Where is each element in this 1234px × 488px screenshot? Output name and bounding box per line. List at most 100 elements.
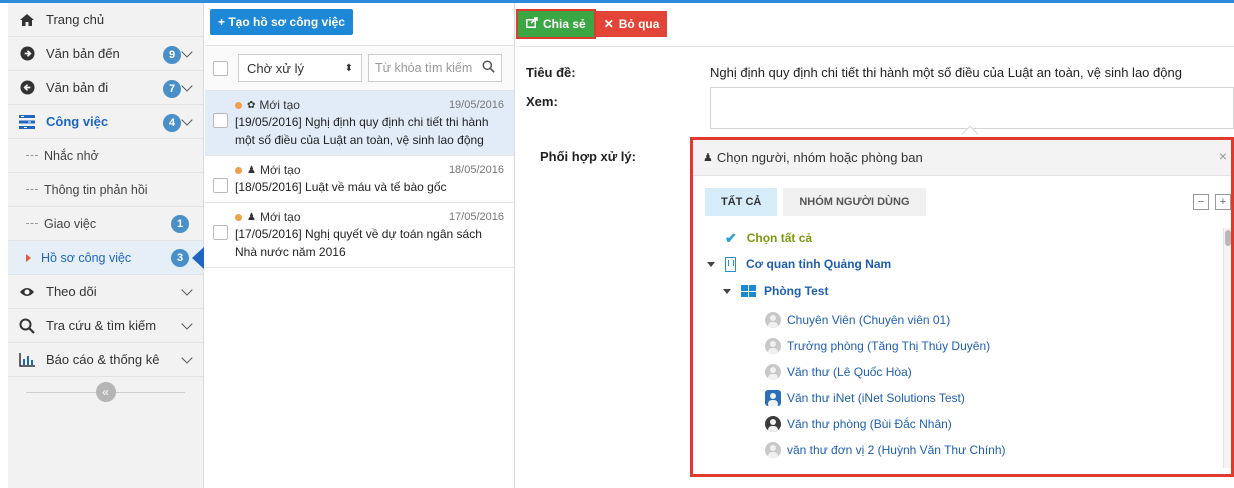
sidebar-subitem-reminders[interactable]: Nhắc nhở [8,139,203,173]
dept-label: Phòng Test [764,284,829,298]
search-icon [482,60,495,76]
count-badge: 9 [163,46,181,64]
collapse-sidebar-button[interactable]: « [95,382,116,402]
tree-tools: − + [1187,194,1231,210]
expand-all-icon[interactable]: + [1215,194,1231,210]
tree-node-user[interactable]: Văn thư phòng (Bùi Đắc Nhân) [765,414,952,434]
task-checkbox[interactable] [213,178,228,193]
chevron-down-icon[interactable] [181,284,193,296]
gear-icon: ✿ [247,99,256,111]
sidebar-subitem-feedback[interactable]: Thông tin phản hồi [8,173,203,207]
arrow-right-circle-icon [18,45,36,63]
tab-all[interactable]: TẤT CẢ [705,188,778,216]
org-tree: ✔ Chọn tất cả Cơ quan tỉnh Quảng Nam Phò… [693,228,1231,468]
eye-icon [18,283,36,301]
expand-caret-icon[interactable] [723,288,731,294]
tree-node-user[interactable]: Trưởng phòng (Tăng Thị Thúy Duyên) [765,336,990,356]
task-checkbox[interactable] [213,113,228,128]
avatar-icon [765,338,781,354]
task-list-item[interactable]: ♟ Mới tạo 17/05/2016 [17/05/2016] Nghị q… [205,203,514,268]
tab-user-groups[interactable]: NHÓM NGƯỜI DÙNG [783,188,926,216]
task-list-item[interactable]: ✿ Mới tạo 19/05/2016 [19/05/2016] Nghị đ… [205,91,514,156]
sidebar-subitem-assign[interactable]: Giao việc 1 [8,207,203,241]
chevron-down-icon[interactable] [181,318,193,330]
check-icon: ✔ [725,229,737,246]
department-icon [741,285,756,297]
share-button[interactable]: Chia sẻ [516,9,596,39]
tree-node-user[interactable]: Văn thư iNet (iNet Solutions Test) [765,388,965,408]
skip-button[interactable]: ✕ Bỏ qua [595,11,668,37]
filter-row: Chờ xử lý ⬍ Từ khóa tìm kiếm [205,45,514,91]
scrollbar-thumb[interactable] [1225,230,1231,246]
user-icon: ♟ [703,152,713,164]
sidebar-item-follow[interactable]: Theo dõi [8,275,203,309]
tree-connector [26,155,38,156]
sidebar: Trang chủ Văn bản đến 9 Văn bản đi 7 Côn… [8,3,204,488]
sidebar-subitem-label: Hồ sơ công việc [41,250,132,265]
caret-right-icon [26,253,31,262]
tree-node-org[interactable]: Cơ quan tỉnh Quảng Nam [707,254,891,274]
sidebar-subitem-label: Giao việc [44,216,97,231]
detail-panel: Chia sẻ ✕ Bỏ qua Tiêu đề: Nghị định quy … [516,3,1234,488]
tree-node-user[interactable]: Chuyên Viên (Chuyên viên 01) [765,310,950,330]
view-label: Xem: [526,94,558,109]
select-all-node[interactable]: ✔ Chọn tất cả [725,228,812,248]
task-status: ♟ Mới tạo [235,210,301,224]
sidebar-item-home[interactable]: Trang chủ [8,3,203,37]
title-label: Tiêu đề: [526,65,576,80]
select-all-checkbox[interactable] [213,60,228,76]
avatar-icon [765,364,781,380]
create-task-file-button[interactable]: + Tạo hồ sơ công việc [210,9,353,35]
arrow-left-circle-icon [18,79,36,97]
tree-node-user[interactable]: Văn thư (Lê Quốc Hòa) [765,362,912,382]
status-dot [235,166,242,174]
bar-chart-icon [18,351,36,369]
toolbar-divider [516,46,1234,47]
chevron-down-icon[interactable] [181,46,193,58]
user-label: Văn thư (Lê Quốc Hòa) [787,365,912,379]
chevron-down-icon[interactable] [181,352,193,364]
sidebar-item-reports[interactable]: Báo cáo & thống kê [8,343,203,377]
home-icon [18,11,36,29]
active-pointer [192,247,204,269]
brand-avatar-icon [765,390,781,406]
sidebar-collapse-row: « [8,377,203,407]
status-filter-value: Chờ xử lý [247,60,304,76]
list-toolbar: + Tạo hồ sơ công việc [205,3,514,45]
task-status-label: Mới tạo [259,163,301,177]
tree-node-user[interactable]: văn thư đơn vị 2 (Huỳnh Văn Thư Chính) [765,440,1006,460]
sidebar-item-label: Trang chủ [46,12,105,27]
tree-scrollbar[interactable] [1223,228,1231,468]
user-label: Văn thư phòng (Bùi Đắc Nhân) [787,417,952,431]
viewers-input[interactable] [710,87,1234,129]
chevron-down-icon[interactable] [181,114,193,126]
sidebar-item-incoming[interactable]: Văn bản đến 9 [8,37,203,71]
collapse-all-icon[interactable]: − [1193,194,1209,210]
sidebar-item-label: Tra cứu & tìm kiếm [46,318,157,333]
close-icon: ✕ [603,17,614,31]
chevron-down-icon[interactable] [181,80,193,92]
sidebar-subitem-task-files[interactable]: Hồ sơ công việc 3 [8,241,204,275]
search-input[interactable]: Từ khóa tìm kiếm [368,54,502,82]
user-label: Trưởng phòng (Tăng Thị Thúy Duyên) [787,339,991,353]
status-dot [235,101,242,109]
task-status-label: Mới tạo [259,98,300,112]
sidebar-subitem-label: Nhắc nhở [44,148,99,163]
task-checkbox[interactable] [213,225,228,240]
tree-node-dept[interactable]: Phòng Test [723,281,828,301]
status-filter-select[interactable]: Chờ xử lý ⬍ [238,54,362,82]
user-label: Chuyên Viên (Chuyên viên 01) [787,313,951,327]
sidebar-item-outgoing[interactable]: Văn bản đi 7 [8,71,203,105]
sidebar-subitem-label: Thông tin phản hồi [44,182,148,197]
task-title: [18/05/2016] Luật về máu và tế bào gốc [235,180,447,194]
close-icon[interactable]: × [1219,148,1227,164]
task-list-item[interactable]: ♟ Mới tạo 18/05/2016 [18/05/2016] Luật v… [205,156,514,203]
tree-connector [26,223,38,224]
sidebar-item-tasks[interactable]: Công việc 4 [8,105,203,139]
coordinate-label: Phối hợp xử lý: [540,149,636,164]
picker-tabs: TẤT CẢ NHÓM NGƯỜI DÙNG − + [693,176,1231,228]
sidebar-item-search[interactable]: Tra cứu & tìm kiếm [8,309,203,343]
expand-caret-icon[interactable] [707,261,715,267]
task-date: 19/05/2016 [448,99,504,111]
sidebar-item-label: Văn bản đi [46,80,109,95]
